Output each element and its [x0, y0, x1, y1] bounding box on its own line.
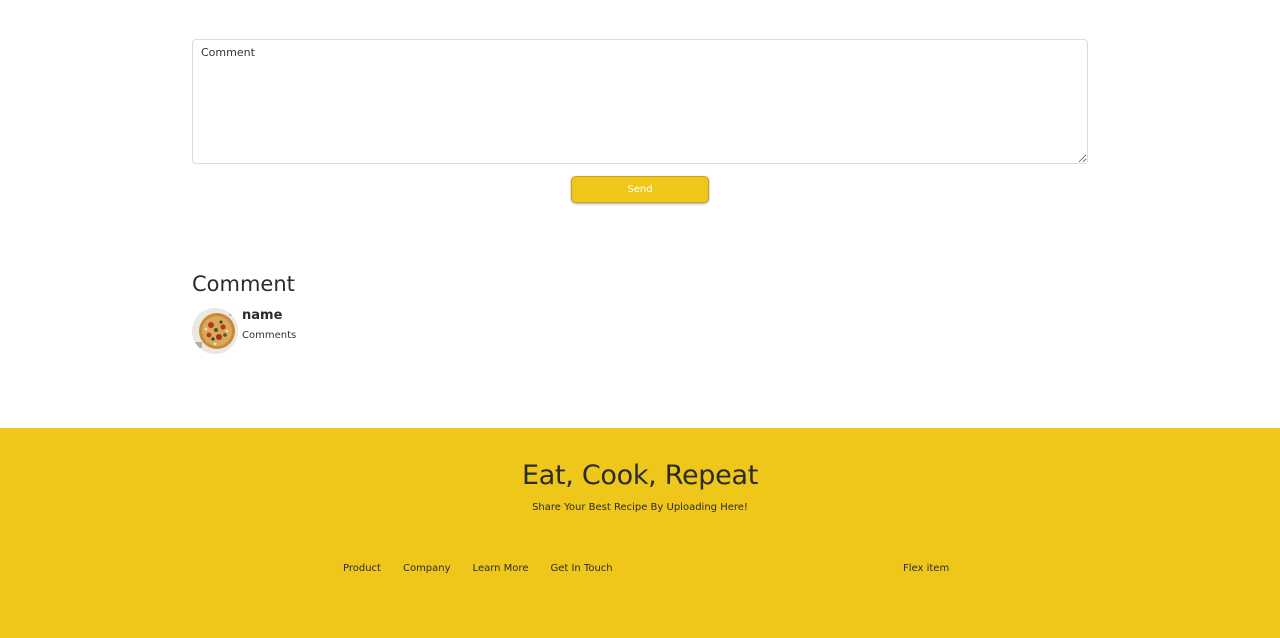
footer-link-product[interactable]: Product	[343, 563, 381, 574]
comment-text: Comments	[242, 330, 297, 341]
comment-form: Send	[192, 39, 1088, 203]
footer-link-company[interactable]: Company	[403, 563, 451, 574]
footer-link-learn-more[interactable]: Learn More	[473, 563, 529, 574]
comment-item: name Comments	[192, 308, 296, 354]
comment-body: name Comments	[242, 308, 296, 341]
footer-nav: Product Company Learn More Get In Touch	[343, 563, 635, 574]
footer-flex-item: Flex item	[903, 563, 950, 574]
footer: Eat, Cook, Repeat Share Your Best Recipe…	[0, 428, 1280, 638]
avatar	[192, 308, 238, 354]
comments-heading: Comment	[192, 272, 295, 296]
comments-section: Comment name Comments	[192, 268, 296, 354]
footer-subtitle: Share Your Best Recipe By Uploading Here…	[532, 502, 748, 513]
comment-textarea[interactable]	[192, 39, 1088, 164]
pizza-avatar-image	[192, 308, 238, 354]
footer-title: Eat, Cook, Repeat	[522, 460, 758, 491]
comment-author-name: name	[242, 308, 283, 323]
page: Send Comment	[0, 0, 1280, 638]
send-button[interactable]: Send	[571, 176, 709, 203]
footer-link-get-in-touch[interactable]: Get In Touch	[550, 563, 612, 574]
